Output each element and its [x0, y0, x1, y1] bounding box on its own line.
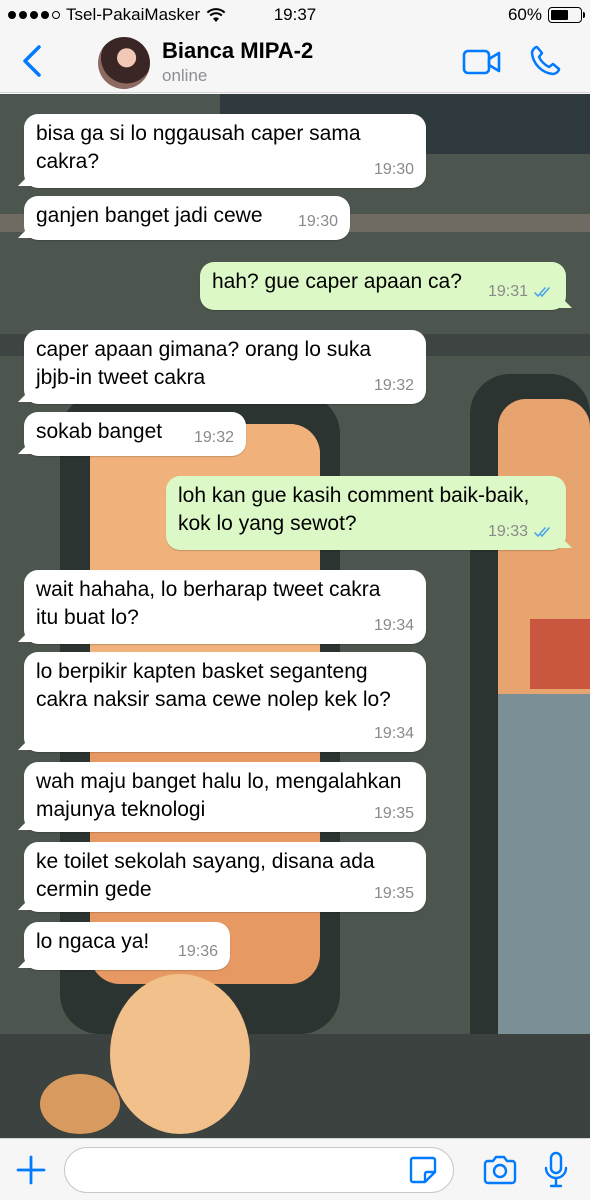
message-time: 19:30	[373, 161, 414, 178]
message-text: ke toilet sekolah sayang, disana ada	[36, 850, 375, 873]
contact-name[interactable]: Bianca MIPA-2	[162, 38, 313, 64]
message-meta: 19:30	[374, 156, 414, 184]
message-text: jbjb-in tweet cakra	[36, 366, 206, 389]
clock: 19:37	[273, 5, 317, 24]
battery-area: 60%	[507, 5, 585, 25]
message-time: 19:31	[487, 283, 528, 300]
message-meta: 19:32	[194, 424, 234, 452]
outgoing-message[interactable]: hah? gue caper apaan ca? 19:31	[200, 262, 566, 310]
message-text: loh kan gue kasih comment baik-baik,	[178, 484, 530, 507]
incoming-message[interactable]: bisa ga si lo nggausah caper sama cakra? 1…	[24, 114, 426, 188]
message-time: 19:35	[373, 885, 414, 902]
message-text: majunya teknologi	[36, 798, 206, 821]
message-time: 19:30	[297, 213, 338, 230]
message-time: 19:33	[487, 523, 528, 540]
message-text: cakra naksir sama cewe nolep kek lo?	[36, 688, 391, 711]
incoming-message[interactable]: caper apaan gimana? orang lo suka jbjb-in…	[24, 330, 426, 404]
chat-header: Bianca MIPA-2 online	[0, 30, 590, 93]
incoming-message[interactable]: ganjen banget jadi cewe 19:30	[24, 196, 350, 240]
incoming-message[interactable]: lo berpikir kapten basket seganteng cakra…	[24, 652, 426, 752]
incoming-message[interactable]: wait hahaha, lo berharap tweet cakra itu …	[24, 570, 426, 644]
outgoing-message[interactable]: loh kan gue kasih comment baik-baik, kok …	[166, 476, 566, 550]
camera-icon[interactable]	[482, 1155, 518, 1185]
message-meta: 19:34	[374, 720, 414, 748]
message-time: 19:34	[373, 617, 414, 634]
message-meta: 19:34	[374, 612, 414, 640]
message-meta: 19:35	[374, 880, 414, 908]
avatar[interactable]	[98, 37, 150, 89]
message-meta: 19:31	[488, 278, 554, 306]
microphone-icon[interactable]	[544, 1151, 568, 1189]
message-time: 19:36	[177, 943, 218, 960]
incoming-message[interactable]: ke toilet sekolah sayang, disana ada cerm…	[24, 842, 426, 912]
message-text: cermin gede	[36, 878, 152, 901]
phone-call-icon[interactable]	[528, 44, 562, 78]
message-time: 19:32	[373, 377, 414, 394]
message-text: wah maju banget halu lo, mengalahkan	[36, 770, 402, 793]
incoming-message[interactable]: sokab banget 19:32	[24, 412, 246, 456]
sticker-icon[interactable]	[408, 1155, 438, 1185]
video-call-icon[interactable]	[462, 48, 502, 76]
battery-level	[551, 10, 568, 20]
message-time: 19:34	[373, 725, 414, 742]
message-text: wait hahaha, lo berharap tweet cakra	[36, 578, 381, 601]
message-meta: 19:36	[178, 938, 218, 966]
incoming-message[interactable]: lo ngaca ya! 19:36	[24, 922, 230, 970]
read-receipt-icon	[534, 287, 550, 298]
message-meta: 19:32	[374, 372, 414, 400]
message-text: itu buat lo?	[36, 606, 139, 629]
message-time: 19:32	[193, 429, 234, 446]
back-chevron-icon[interactable]	[20, 44, 44, 78]
message-meta: 19:30	[298, 208, 338, 236]
incoming-message[interactable]: wah maju banget halu lo, mengalahkan maju…	[24, 762, 426, 832]
plus-icon[interactable]	[14, 1153, 48, 1187]
contact-status: online	[162, 66, 208, 85]
message-text: cakra?	[36, 150, 100, 173]
status-bar: Tsel-PakaiMasker 19:37 60%	[0, 0, 590, 30]
read-receipt-icon	[534, 527, 550, 538]
message-text: lo berpikir kapten basket seganteng	[36, 660, 368, 683]
message-text: bisa ga si lo nggausah caper sama	[36, 122, 361, 145]
message-text: ganjen banget jadi cewe	[36, 204, 263, 227]
message-meta: 19:35	[374, 800, 414, 828]
battery-icon	[548, 7, 585, 23]
message-time: 19:35	[373, 805, 414, 822]
battery-percent: 60%	[507, 5, 542, 24]
message-input[interactable]	[64, 1147, 454, 1193]
message-meta: 19:33	[488, 518, 554, 546]
input-bar	[0, 1138, 590, 1200]
chat-area[interactable]: bisa ga si lo nggausah caper sama cakra? 1…	[0, 94, 590, 1138]
message-text: caper apaan gimana? orang lo suka	[36, 338, 372, 361]
